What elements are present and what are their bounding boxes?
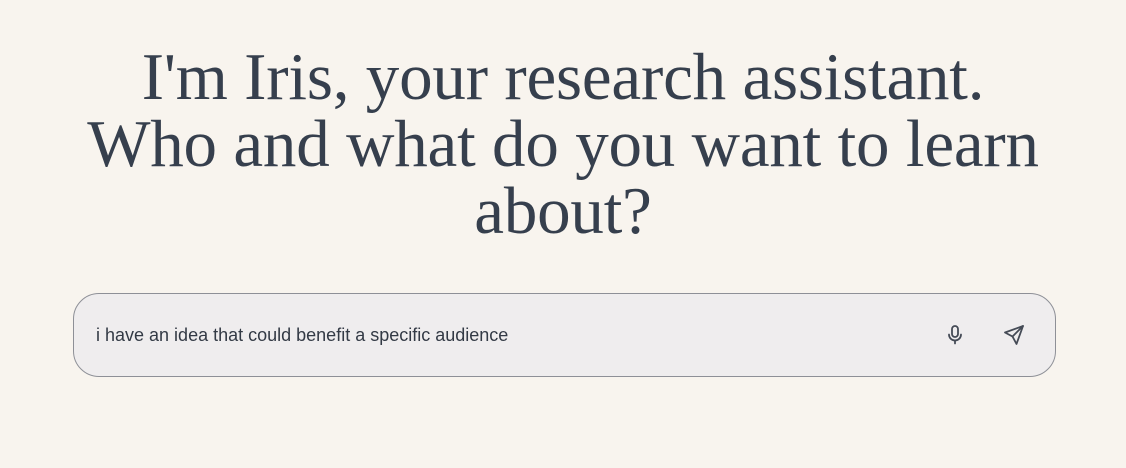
hero-line-1: I'm Iris, your research assistant.: [141, 40, 985, 114]
hero-heading: I'm Iris, your research assistant. Who a…: [0, 44, 1126, 245]
microphone-icon: [945, 324, 965, 346]
microphone-button[interactable]: [941, 321, 969, 349]
hero-line-2: Who and what do you want to learn: [87, 107, 1039, 181]
prompt-box[interactable]: [73, 293, 1056, 377]
hero-line-3: about?: [474, 174, 652, 248]
send-button[interactable]: [1000, 321, 1028, 349]
send-icon: [1003, 324, 1025, 346]
prompt-input[interactable]: [96, 294, 916, 376]
